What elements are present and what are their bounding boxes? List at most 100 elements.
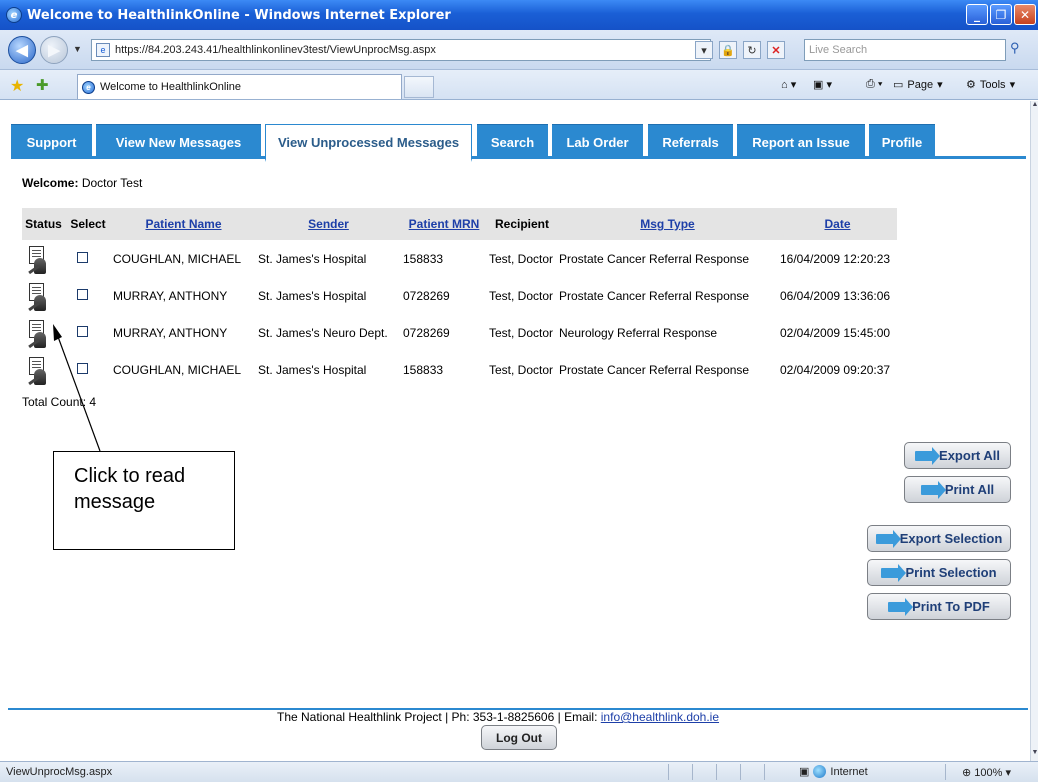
search-icon[interactable]: ⚲ — [1010, 40, 1020, 56]
ie-logo-icon: e — [6, 7, 22, 23]
vertical-scrollbar[interactable]: ▲ ▼ — [1030, 101, 1038, 761]
print-all-button[interactable]: Print All — [904, 476, 1011, 503]
scroll-down-icon[interactable]: ▼ — [1031, 749, 1038, 761]
col-date[interactable]: Date — [778, 208, 897, 240]
tab-view-unprocessed-messages[interactable]: View Unprocessed Messages — [265, 124, 472, 162]
read-message-icon[interactable] — [26, 355, 48, 385]
close-button[interactable]: ✕ — [1014, 4, 1036, 25]
col-msg-type[interactable]: Msg Type — [557, 208, 778, 240]
address-bar: ◀ ▶ ▼ e https://84.203.243.41/healthlink… — [0, 30, 1038, 70]
arrow-right-icon — [915, 446, 941, 465]
browser-tab[interactable]: e Welcome to HealthlinkOnline — [77, 74, 402, 99]
zone-label: Internet — [830, 765, 868, 778]
tab-view-new-messages[interactable]: View New Messages — [96, 124, 261, 159]
read-message-icon[interactable] — [26, 281, 48, 311]
lock-icon[interactable]: 🔒 — [719, 41, 737, 59]
page-menu[interactable]: ▭ Page ▾ — [893, 78, 943, 92]
tab-title: Welcome to HealthlinkOnline — [100, 81, 242, 93]
select-checkbox[interactable] — [77, 362, 88, 374]
new-tab-button[interactable] — [404, 76, 434, 98]
export-all-button[interactable]: Export All — [904, 442, 1011, 469]
date-cell: 02/04/2009 15:45:00 — [780, 325, 891, 340]
zoom-level: 100% — [974, 767, 1003, 779]
read-message-icon[interactable] — [26, 244, 48, 274]
col-sender[interactable]: Sender — [256, 208, 401, 240]
print-selection-label: Print Selection — [905, 565, 997, 580]
table-row: COUGHLAN, MICHAEL St. James's Hospital 1… — [22, 240, 897, 277]
footer-email-link[interactable]: info@healthlink.doh.ie — [601, 710, 719, 724]
welcome-user: Doctor Test — [81, 176, 143, 190]
col-status: Status — [22, 208, 65, 240]
export-selection-button[interactable]: Export Selection — [867, 525, 1011, 552]
select-checkbox[interactable] — [77, 288, 88, 300]
patient-name-cell: MURRAY, ANTHONY — [113, 325, 228, 340]
home-icon[interactable]: ⌂ ▾ — [781, 78, 796, 91]
table-header-row: Status Select Patient Name Sender Patien… — [22, 208, 897, 240]
print-all-label: Print All — [944, 482, 995, 497]
refresh-icon[interactable]: ↻ — [743, 41, 761, 59]
date-cell: 16/04/2009 12:20:23 — [780, 251, 891, 266]
print-to-pdf-button[interactable]: Print To PDF — [867, 593, 1011, 620]
select-cell — [65, 351, 111, 388]
stop-icon[interactable]: ✕ — [767, 41, 785, 59]
add-favorites-icon[interactable]: ✚ — [36, 76, 49, 94]
print-selection-button[interactable]: Print Selection — [867, 559, 1011, 586]
url-field[interactable]: e https://84.203.243.41/healthlinkonline… — [91, 39, 711, 61]
status-cell — [22, 314, 65, 351]
page-content: Support View New Messages View Unprocess… — [0, 101, 1030, 761]
forward-button[interactable]: ▶ — [40, 36, 68, 64]
status-separator — [764, 764, 765, 780]
tools-menu-label: Tools — [979, 78, 1006, 91]
select-cell — [65, 240, 111, 277]
col-patient-mrn[interactable]: Patient MRN — [401, 208, 487, 240]
tab-report-an-issue[interactable]: Report an Issue — [737, 124, 865, 159]
arrow-right-icon — [881, 563, 907, 582]
date-cell: 02/04/2009 09:20:37 — [780, 362, 891, 377]
table-row: MURRAY, ANTHONY St. James's Neuro Dept. … — [22, 314, 897, 351]
tab-search[interactable]: Search — [477, 124, 548, 159]
col-patient-name[interactable]: Patient Name — [111, 208, 256, 240]
tab-profile[interactable]: Profile — [869, 124, 935, 159]
patient-name-cell: COUGHLAN, MICHAEL — [113, 251, 242, 266]
status-cell — [22, 277, 65, 314]
select-cell — [65, 277, 111, 314]
history-dropdown-icon[interactable]: ▼ — [73, 44, 82, 54]
table-row: MURRAY, ANTHONY St. James's Hospital 072… — [22, 277, 897, 314]
tab-referrals[interactable]: Referrals — [648, 124, 733, 159]
feeds-icon[interactable]: ▣ ▾ — [813, 78, 832, 91]
print-to-pdf-label: Print To PDF — [912, 599, 990, 614]
maximize-button[interactable]: ❐ — [990, 4, 1012, 25]
tab-lab-order[interactable]: Lab Order — [552, 124, 643, 159]
recipient-cell: Test, Doctor — [489, 251, 554, 266]
status-cell — [22, 240, 65, 277]
logout-button[interactable]: Log Out — [481, 725, 557, 750]
msg-type-cell: Prostate Cancer Referral Response — [559, 251, 750, 266]
print-icon[interactable]: ⎙ ▾ — [866, 78, 882, 91]
protected-mode-icon: ▣ — [799, 766, 810, 778]
export-selection-label: Export Selection — [899, 531, 1003, 546]
select-checkbox[interactable] — [77, 325, 88, 337]
sender-cell: St. James's Neuro Dept. — [258, 325, 388, 340]
read-message-icon[interactable] — [26, 318, 48, 348]
search-input[interactable]: Live Search — [804, 39, 1006, 61]
minimize-button[interactable]: _ — [966, 4, 988, 25]
mrn-cell: 0728269 — [403, 325, 450, 340]
tab-bar: ★ ✚ e Welcome to HealthlinkOnline ⌂ ▾ ▣ … — [0, 70, 1038, 100]
tab-support[interactable]: Support — [11, 124, 92, 159]
col-select: Select — [65, 208, 111, 240]
mrn-cell: 158833 — [403, 362, 444, 377]
msg-type-cell: Prostate Cancer Referral Response — [559, 288, 750, 303]
tools-menu[interactable]: ⚙ Tools ▾ — [966, 78, 1015, 92]
gear-icon: ⚙ — [966, 79, 976, 91]
url-dropdown-icon[interactable]: ▾ — [695, 41, 713, 59]
zoom-control[interactable]: ⊕ 100% ▾ — [962, 766, 1011, 779]
favorites-star-icon[interactable]: ★ — [10, 76, 24, 96]
security-zone[interactable]: ▣ Internet — [799, 765, 868, 778]
select-checkbox[interactable] — [77, 251, 88, 263]
sender-cell: St. James's Hospital — [258, 288, 367, 303]
status-separator — [740, 764, 741, 780]
back-button[interactable]: ◀ — [8, 36, 36, 64]
arrow-right-icon — [920, 480, 946, 499]
scroll-up-icon[interactable]: ▲ — [1031, 101, 1038, 113]
sender-cell: St. James's Hospital — [258, 251, 367, 266]
